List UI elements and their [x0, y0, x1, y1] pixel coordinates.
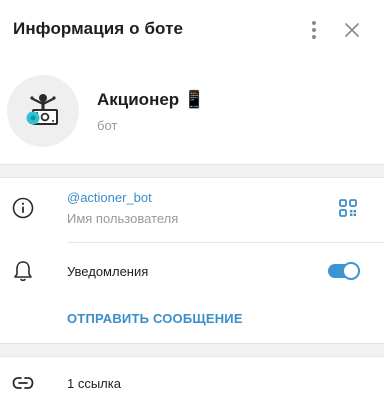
header: Информация о боте — [0, 0, 384, 60]
row-separator — [67, 242, 384, 243]
username-caption: Имя пользователя — [67, 211, 179, 226]
section-divider — [0, 343, 384, 357]
bot-status: бот — [97, 118, 118, 133]
more-vertical-icon — [312, 21, 316, 39]
send-message-button[interactable]: ОТПРАВИТЬ СООБЩЕНИЕ — [67, 311, 243, 326]
qr-code-icon — [339, 199, 357, 217]
close-icon — [345, 23, 359, 37]
toggle-knob — [342, 262, 360, 280]
money-person-icon — [26, 94, 58, 125]
section-divider — [0, 164, 384, 178]
close-button[interactable] — [340, 16, 364, 44]
bot-name: Акционер 📱 — [97, 90, 206, 109]
info-icon — [11, 196, 35, 220]
page-title: Информация о боте — [13, 19, 184, 38]
username-link[interactable]: @actioner_bot — [67, 190, 152, 205]
link-icon — [11, 371, 35, 395]
notifications-label: Уведомления — [67, 264, 149, 279]
avatar[interactable] — [7, 75, 79, 147]
links-count[interactable]: 1 ссылка — [67, 376, 121, 391]
more-button[interactable] — [302, 16, 326, 44]
bell-icon — [11, 259, 35, 283]
qr-code-button[interactable] — [336, 196, 360, 220]
profile-section: Акционер 📱 бот — [0, 60, 384, 164]
notifications-toggle[interactable] — [328, 262, 360, 280]
